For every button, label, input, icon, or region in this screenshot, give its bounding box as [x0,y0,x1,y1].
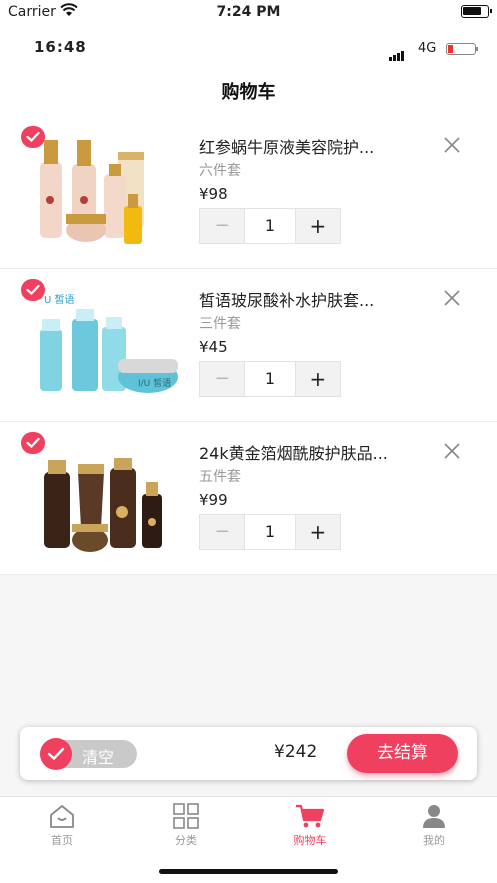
brand-mark: U 皙语 [44,293,75,306]
product-price: ¥98 [199,185,228,203]
cart-icon [270,803,350,829]
remove-item-icon[interactable] [443,442,461,460]
quantity-value[interactable]: 1 [245,515,294,549]
cart-list: 红参蜗牛原液美容院护... 六件套 ¥98 − 1 + U 皙语 I/U 皙语 … [0,116,497,575]
tab-label: 分类 [175,834,197,847]
tab-label: 我的 [423,834,445,847]
user-icon [394,803,474,829]
quantity-value[interactable]: 1 [245,362,294,396]
device-status-bar: Carrier 7:24 PM [0,0,497,26]
increase-button[interactable]: + [294,362,340,396]
svg-text:I/U 皙语: I/U 皙语 [138,377,171,389]
tab-category[interactable]: 分类 [146,803,226,848]
quantity-stepper: − 1 + [199,208,341,244]
clear-cart-toggle[interactable]: 清空 [40,738,137,770]
product-name[interactable]: 皙语玻尿酸补水护肤套... [199,287,431,311]
app-time: 16:48 [34,38,87,56]
home-icon [22,803,102,829]
product-image-snail-set[interactable] [30,136,180,254]
grid-icon [146,803,226,829]
nav-bar: 购物车 [0,70,497,116]
tab-home[interactable]: 首页 [22,803,102,848]
checkout-bar: 清空 ¥242 去结算 [20,727,477,780]
device-time: 7:24 PM [216,4,281,20]
total-price: ¥242 [274,742,318,762]
cart-item: 红参蜗牛原液美容院护... 六件套 ¥98 − 1 + [0,116,497,269]
product-name[interactable]: 24k黄金箔烟酰胺护肤品... [199,440,431,464]
check-icon [47,747,65,761]
remove-item-icon[interactable] [443,289,461,307]
product-price: ¥45 [199,338,228,356]
tab-profile[interactable]: 我的 [394,803,474,848]
clear-label: 清空 [82,748,115,767]
increase-button[interactable]: + [294,515,340,549]
product-spec: 三件套 [199,316,241,332]
product-name[interactable]: 红参蜗牛原液美容院护... [199,134,431,158]
product-spec: 六件套 [199,163,241,179]
cart-item: 24k黄金箔烟酰胺护肤品... 五件套 ¥99 − 1 + [0,422,497,575]
signal-icon [389,42,405,61]
page-title: 购物车 [221,82,276,103]
product-image-gold-set[interactable] [30,442,180,560]
select-all-check[interactable] [40,738,72,770]
product-price: ¥99 [199,491,228,509]
decrease-button[interactable]: − [200,362,246,396]
tab-label: 购物车 [293,834,327,847]
checkout-button[interactable]: 去结算 [347,734,458,773]
tab-label: 首页 [51,834,73,847]
quantity-stepper: − 1 + [199,514,341,550]
product-image-hyaluronic-set[interactable]: U 皙语 I/U 皙语 [30,289,180,407]
quantity-stepper: − 1 + [199,361,341,397]
network-type: 4G [418,41,437,56]
quantity-value[interactable]: 1 [245,209,294,243]
product-spec: 五件套 [199,469,241,485]
tab-cart[interactable]: 购物车 [270,803,350,848]
decrease-button[interactable]: − [200,209,246,243]
decrease-button[interactable]: − [200,515,246,549]
battery-icon [461,5,492,18]
remove-item-icon[interactable] [443,136,461,154]
increase-button[interactable]: + [294,209,340,243]
app-status-bar: 16:48 4G [0,26,497,70]
low-battery-icon [446,43,478,55]
cart-item: U 皙语 I/U 皙语 皙语玻尿酸补水护肤套... 三件套 ¥45 − 1 + [0,269,497,422]
home-indicator [159,869,338,874]
